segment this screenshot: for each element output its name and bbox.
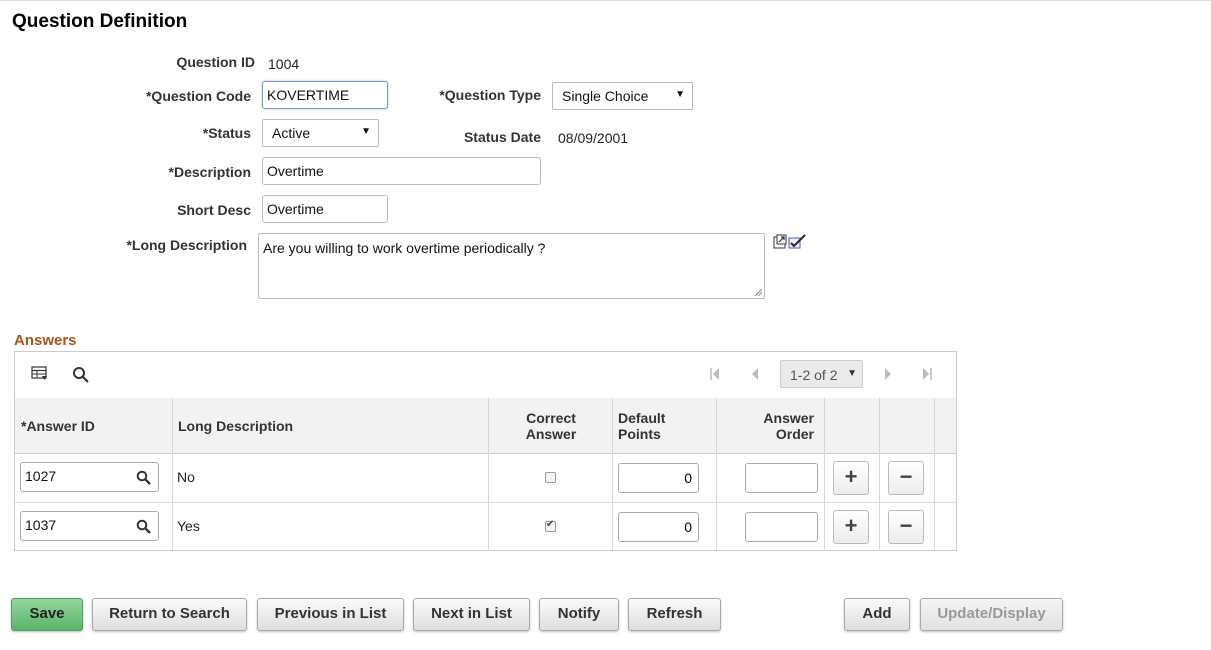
delete-row-button[interactable]: −	[888, 461, 924, 495]
status-select[interactable]: Active ▼	[262, 119, 379, 147]
expand-field-icon	[773, 234, 787, 249]
long-description-textarea[interactable]: Are you willing to work overtime periodi…	[258, 233, 765, 299]
pagination-select[interactable]: 1-2 of 2 ▼	[780, 360, 863, 388]
answer-id-value: 1037	[25, 517, 57, 533]
column-divider	[879, 398, 880, 550]
status-value: Active	[272, 125, 311, 141]
long-description-text: Are you willing to work overtime periodi…	[263, 240, 546, 256]
answer-order-input[interactable]	[745, 463, 818, 493]
page-title: Question Definition	[12, 11, 188, 32]
column-header-answer-order: Answer Order	[717, 410, 814, 442]
long-description-label: *Long Description	[126, 237, 247, 253]
find-search-icon[interactable]	[72, 366, 90, 384]
status-date-value: 08/09/2001	[558, 130, 629, 146]
dropdown-arrow-icon: ▼	[361, 126, 371, 137]
save-button[interactable]: Save	[11, 598, 83, 631]
short-desc-label: Short Desc	[177, 202, 251, 218]
question-code-label: *Question Code	[145, 88, 251, 104]
add-row-button[interactable]: +	[833, 461, 869, 495]
previous-in-list-button[interactable]: Previous in List	[257, 598, 404, 631]
short-desc-input[interactable]: Overtime	[262, 195, 388, 223]
table-row: 1027 No 0 + −	[15, 453, 956, 503]
question-id-label: Question ID	[176, 54, 255, 70]
last-page-icon[interactable]	[920, 367, 934, 381]
notify-button[interactable]: Notify	[539, 598, 619, 631]
question-code-input[interactable]: KOVERTIME	[262, 81, 388, 109]
return-to-search-button[interactable]: Return to Search	[92, 598, 247, 631]
next-page-icon[interactable]	[881, 367, 895, 381]
answer-long-description: No	[177, 469, 195, 485]
top-border	[0, 0, 1211, 1]
question-type-select[interactable]: Single Choice ▼	[552, 82, 693, 110]
column-header-default-line1: Default	[618, 410, 666, 426]
column-header-default-points: Default Points	[618, 410, 665, 442]
column-divider	[172, 398, 173, 550]
expand-spellcheck-icons[interactable]	[773, 234, 807, 250]
spellcheck-icon	[788, 234, 806, 249]
pagination-text: 1-2 of 2	[790, 367, 838, 383]
minus-icon: −	[899, 513, 913, 538]
resize-grip-icon[interactable]	[754, 288, 762, 296]
correct-answer-checkbox[interactable]	[545, 519, 556, 532]
answer-order-input[interactable]	[745, 512, 818, 542]
plus-icon: +	[844, 464, 858, 489]
answer-id-input[interactable]: 1027	[20, 462, 159, 492]
column-header-correct-line1: Correct	[526, 410, 576, 426]
dropdown-arrow-icon: ▼	[675, 89, 685, 100]
answer-long-description: Yes	[177, 518, 200, 534]
previous-page-icon[interactable]	[748, 367, 762, 381]
answer-id-value: 1027	[25, 468, 57, 484]
column-divider	[824, 398, 825, 550]
column-divider	[612, 398, 613, 550]
next-in-list-button[interactable]: Next in List	[413, 598, 530, 631]
add-button[interactable]: Add	[844, 598, 910, 631]
answers-section-title: Answers	[14, 332, 77, 349]
column-header-correct-line2: Answer	[525, 426, 577, 442]
column-header-answer-id: *Answer ID	[21, 418, 95, 434]
default-points-input[interactable]: 0	[618, 463, 699, 493]
minus-icon: −	[899, 464, 913, 489]
status-date-label: Status Date	[463, 129, 541, 145]
column-header-order-line2: Order	[775, 426, 814, 442]
lookup-search-icon[interactable]	[136, 470, 151, 485]
question-id-value: 1004	[268, 56, 300, 72]
column-header-default-line2: Points	[618, 426, 661, 442]
lookup-search-icon[interactable]	[136, 519, 151, 534]
plus-icon: +	[844, 513, 858, 538]
correct-answer-checkbox[interactable]	[545, 472, 556, 483]
delete-row-button[interactable]: −	[888, 510, 924, 544]
column-divider	[488, 398, 489, 550]
grid-toolbar: 1-2 of 2 ▼	[15, 352, 956, 399]
answers-grid: 1-2 of 2 ▼ *Answer ID Long Description C…	[14, 351, 957, 551]
column-header-order-line1: Answer	[763, 410, 814, 426]
refresh-button[interactable]: Refresh	[628, 598, 721, 631]
dropdown-arrow-icon: ▼	[847, 368, 857, 379]
table-row: 1037 Yes 0 + −	[15, 502, 956, 551]
question-type-label: *Question Type	[439, 87, 541, 103]
answer-id-input[interactable]: 1037	[20, 511, 159, 541]
column-header-long-description: Long Description	[178, 418, 294, 434]
default-points-input[interactable]: 0	[618, 512, 699, 542]
add-row-button[interactable]: +	[833, 510, 869, 544]
question-type-value: Single Choice	[562, 88, 649, 104]
first-page-icon[interactable]	[708, 367, 722, 381]
column-divider	[716, 398, 717, 550]
grid-header-row: *Answer ID Long Description Correct Answ…	[15, 398, 956, 454]
description-label: *Description	[168, 164, 251, 180]
column-divider	[934, 398, 935, 550]
personalize-grid-icon[interactable]	[31, 366, 48, 381]
column-header-correct-answer: Correct Answer	[489, 410, 613, 442]
update-display-button[interactable]: Update/Display	[920, 598, 1063, 631]
description-input[interactable]: Overtime	[262, 157, 541, 185]
status-label: *Status	[202, 125, 251, 141]
